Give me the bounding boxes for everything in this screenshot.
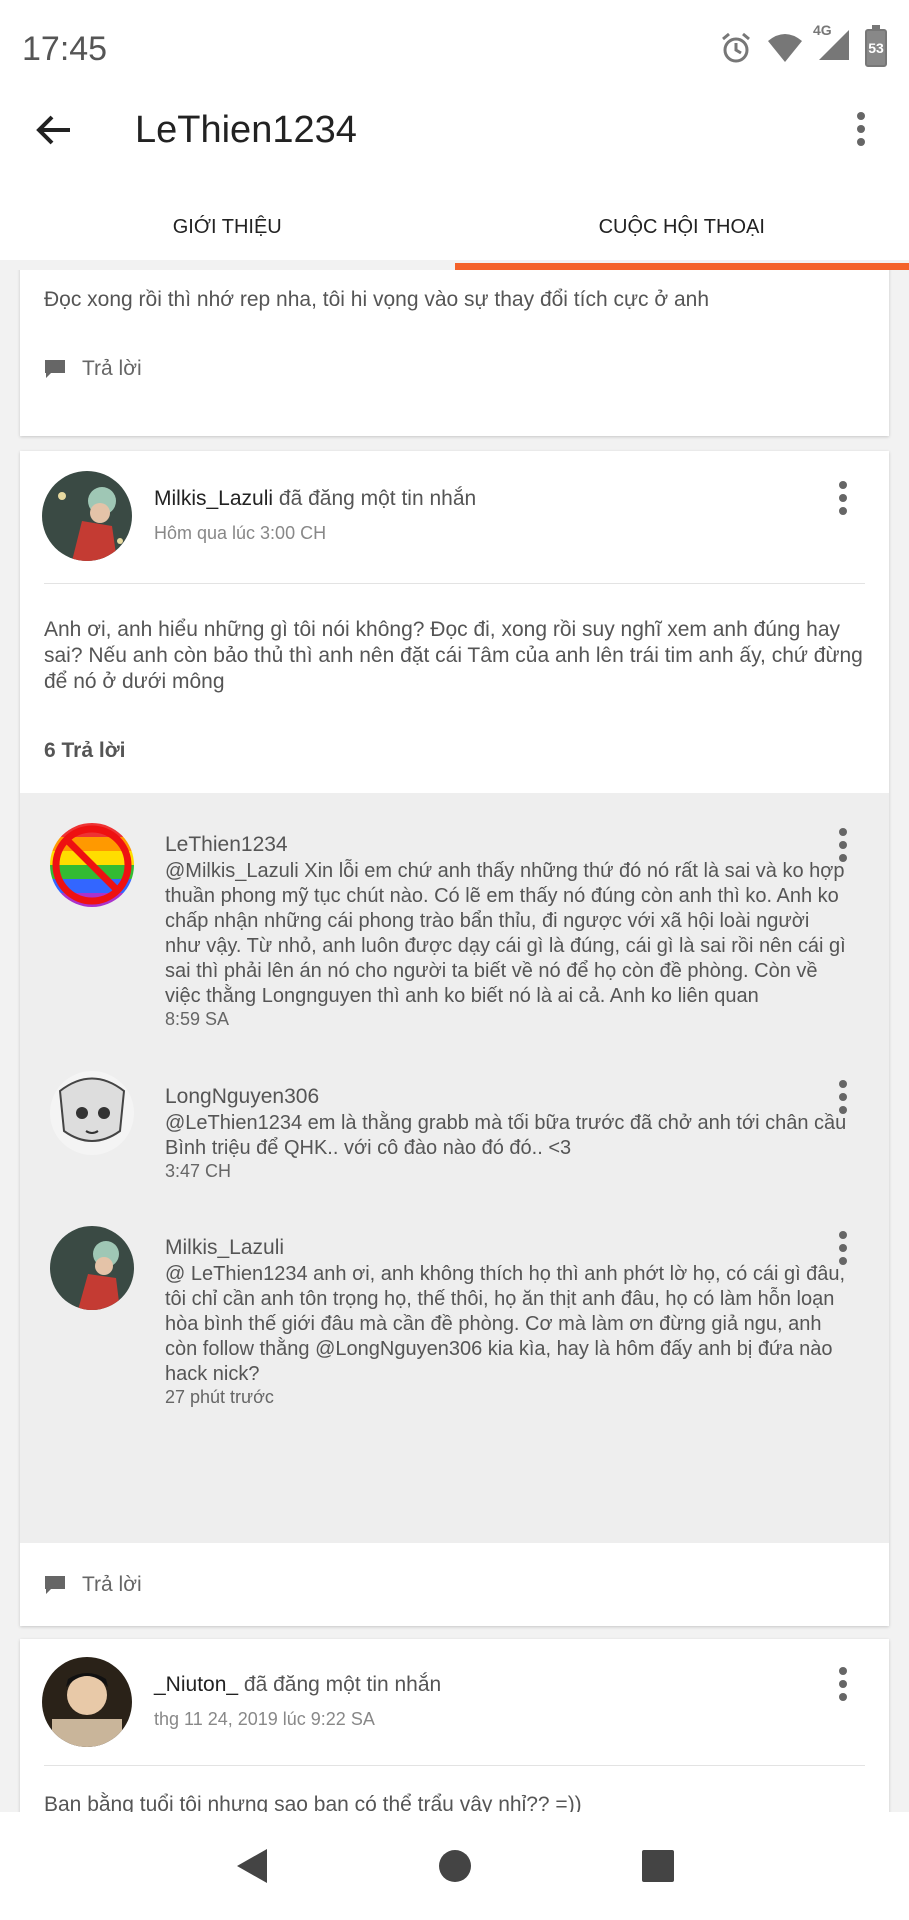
avatar[interactable] (42, 1657, 132, 1747)
overflow-menu-icon[interactable] (837, 1080, 849, 1114)
system-nav-bar (0, 1812, 909, 1920)
reply-time: 27 phút trước (165, 1387, 274, 1407)
cell-signal: 4G (813, 22, 851, 67)
message-text: Anh ơi, anh hiểu những gì tôi nói không?… (44, 618, 863, 693)
avatar[interactable] (50, 1226, 134, 1310)
status-time: 17:45 (22, 30, 108, 68)
reply-label: Trả lời (82, 1573, 142, 1596)
avatar[interactable] (50, 823, 134, 907)
status-icons: 4G 53 (719, 22, 887, 67)
message-header: _Niuton_ đã đăng một tin nhắn thg 11 24,… (20, 1639, 889, 1779)
reply-author[interactable]: LeThien1234 (165, 833, 288, 857)
author-name[interactable]: Milkis_Lazuli (154, 487, 273, 510)
author-line: Milkis_Lazuli đã đăng một tin nhắn (154, 487, 476, 511)
reply-label: Trả lời (82, 357, 142, 380)
author-name[interactable]: _Niuton_ (154, 1673, 238, 1696)
reply-author[interactable]: LongNguyen306 (165, 1085, 319, 1109)
network-type: 4G (813, 22, 832, 38)
author-line: _Niuton_ đã đăng một tin nhắn (154, 1673, 441, 1697)
replies-list: LeThien1234 @Milkis_Lazuli Xin lỗi em ch… (20, 793, 889, 1543)
overflow-menu-icon[interactable] (837, 1231, 849, 1265)
battery-icon: 53 (865, 24, 887, 67)
comment-icon (45, 1576, 65, 1594)
post-time: Hôm qua lúc 3:00 CH (154, 523, 327, 543)
message-card: Milkis_Lazuli đã đăng một tin nhắn Hôm q… (20, 451, 889, 1626)
nav-recents-icon[interactable] (642, 1850, 675, 1882)
tab-bar: GIỚI THIỆU CUỘC HỘI THOẠI (0, 200, 909, 270)
battery-level: 53 (868, 39, 884, 56)
overflow-menu-icon[interactable] (837, 828, 849, 862)
wifi-icon (768, 33, 802, 62)
reply-button[interactable]: Trả lời (20, 1573, 142, 1597)
page-title: LeThien1234 (135, 109, 357, 151)
message-card: Đọc xong rồi thì nhớ rep nha, tôi hi vọn… (20, 270, 889, 436)
avatar[interactable] (50, 1071, 134, 1155)
nav-back-icon[interactable] (235, 1847, 269, 1885)
alarm-icon (722, 32, 750, 62)
status-bar: 17:45 4G 53 (0, 0, 909, 100)
tab-gioi-thieu[interactable]: GIỚI THIỆU (0, 200, 455, 270)
nav-home-icon[interactable] (438, 1849, 472, 1883)
reply-text: @ LeThien1234 anh ơi, anh không thích họ… (165, 1263, 846, 1385)
comment-icon (45, 360, 65, 378)
overflow-menu-icon[interactable] (837, 481, 849, 515)
back-arrow-icon[interactable] (34, 110, 74, 150)
app-bar: LeThien1234 GIỚI THIỆU CUỘC HỘI THOẠI (0, 100, 909, 270)
author-action: đã đăng một tin nhắn (243, 1673, 442, 1696)
reply-button[interactable]: Trả lời (20, 357, 889, 381)
overflow-menu-icon[interactable] (837, 1667, 849, 1701)
reply-text: @LeThien1234 em là thằng grabb mà tối bữ… (165, 1112, 847, 1159)
replies-count[interactable]: 6 Trả lời (20, 739, 889, 763)
reply-time: 8:59 SA (165, 1009, 230, 1029)
message-header: Milkis_Lazuli đã đăng một tin nhắn Hôm q… (20, 451, 889, 591)
reply-author[interactable]: Milkis_Lazuli (165, 1236, 284, 1260)
author-action: đã đăng một tin nhắn (278, 487, 477, 510)
message-card: _Niuton_ đã đăng một tin nhắn thg 11 24,… (20, 1639, 889, 1812)
tab-cuoc-hoi-thoai[interactable]: CUỘC HỘI THOẠI (454, 200, 909, 270)
reply-time: 3:47 CH (165, 1161, 232, 1181)
avatar[interactable] (42, 471, 132, 561)
conversation-feed[interactable]: Đọc xong rồi thì nhớ rep nha, tôi hi vọn… (0, 270, 909, 1812)
message-text: Đọc xong rồi thì nhớ rep nha, tôi hi vọn… (44, 288, 710, 311)
reply-text: @Milkis_Lazuli Xin lỗi em chứ anh thấy n… (165, 860, 846, 1007)
post-time: thg 11 24, 2019 lúc 9:22 SA (154, 1709, 375, 1729)
overflow-menu-icon[interactable] (855, 112, 867, 146)
